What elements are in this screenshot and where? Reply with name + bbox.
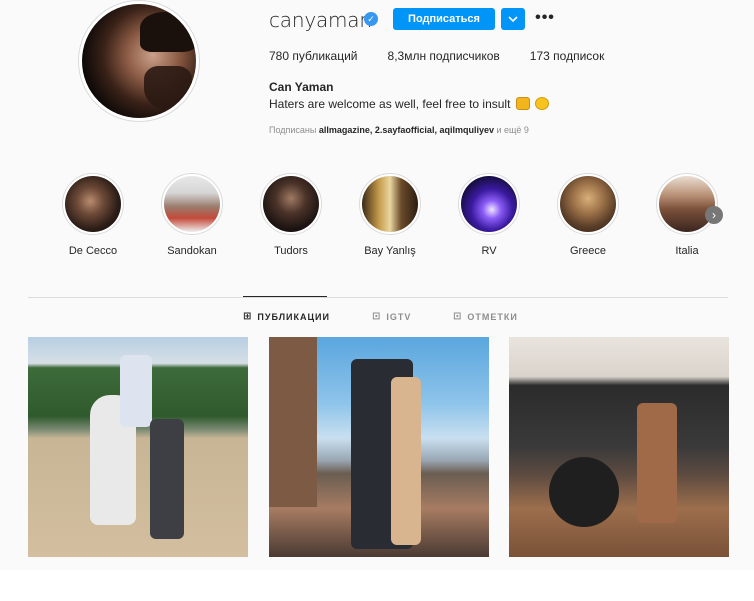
- tab-igtv[interactable]: ⊡ IGTV: [372, 311, 411, 322]
- highlight-image: [362, 176, 418, 232]
- username: canyaman: [269, 8, 372, 32]
- tabs-divider: [28, 297, 728, 298]
- highlight-item[interactable]: Greece: [548, 173, 628, 257]
- highlight-label: Italia: [675, 245, 699, 257]
- tab-tagged[interactable]: ⊡ ОТМЕТКИ: [453, 311, 518, 322]
- post-thumbnail[interactable]: [269, 337, 489, 557]
- highlight-cover: [359, 173, 421, 235]
- highlight-image: [659, 176, 715, 232]
- post-thumbnail[interactable]: [509, 337, 729, 557]
- tab-posts-label: ПУБЛИКАЦИИ: [257, 311, 330, 322]
- highlight-item[interactable]: Tudors: [251, 173, 331, 257]
- follow-button[interactable]: Подписаться: [393, 8, 495, 30]
- following-count-value: 173: [529, 49, 550, 63]
- highlight-image: [560, 176, 616, 232]
- rider-shape: [120, 355, 152, 427]
- tab-igtv-label: IGTV: [386, 311, 412, 322]
- chevron-down-icon: [508, 16, 518, 22]
- tagged-icon: ⊡: [453, 311, 463, 322]
- highlight-image: [263, 176, 319, 232]
- active-tab-indicator: [243, 296, 327, 297]
- highlight-cover: [458, 173, 520, 235]
- avatar-image: [82, 4, 196, 118]
- followed-by-prefix: Подписаны: [269, 125, 317, 135]
- highlight-cover: [656, 173, 718, 235]
- posts-count-label: публикаций: [292, 49, 358, 63]
- posts-count-value: 780: [269, 49, 290, 63]
- followed-by-suffix: и ещё 9: [496, 125, 529, 135]
- bio-text: Haters are welcome as well, feel free to…: [269, 97, 511, 111]
- highlight-label: Sandokan: [167, 245, 217, 257]
- followers-count[interactable]: 8,3млн подписчиков: [388, 49, 500, 63]
- highlight-label: Greece: [569, 245, 607, 257]
- person-shape: [150, 419, 184, 539]
- grid-icon: ⊞: [243, 311, 253, 322]
- highlight-item[interactable]: De Cecco: [53, 173, 133, 257]
- highlight-label: De Cecco: [68, 245, 118, 257]
- tab-posts[interactable]: ⊞ ПУБЛИКАЦИИ: [243, 311, 330, 322]
- smile-emoji-icon: [535, 97, 550, 110]
- more-options-icon[interactable]: •••: [535, 8, 554, 28]
- following-count-label: подписок: [553, 49, 605, 63]
- highlight-item[interactable]: RV: [449, 173, 529, 257]
- full-name: Can Yaman: [269, 80, 334, 94]
- highlight-label: RV: [481, 245, 497, 257]
- highlight-item[interactable]: Bay Yanlış: [350, 173, 430, 257]
- profile-avatar[interactable]: [78, 0, 200, 122]
- highlight-image: [461, 176, 517, 232]
- bottom-strip: [0, 570, 754, 601]
- highlight-cover: [557, 173, 619, 235]
- person-shape: [637, 403, 677, 523]
- followers-count-label: подписчиков: [429, 49, 500, 63]
- following-count[interactable]: 173 подписок: [530, 49, 605, 63]
- highlights-next-button[interactable]: ›: [705, 206, 723, 224]
- highlight-label: Bay Yanlış: [364, 245, 416, 257]
- highlight-cover: [260, 173, 322, 235]
- suggested-dropdown-button[interactable]: [501, 8, 525, 30]
- chevron-right-icon: ›: [712, 208, 716, 222]
- posts-count: 780 публикаций: [269, 49, 358, 63]
- highlight-image: [164, 176, 220, 232]
- curtain-shape: [269, 337, 317, 507]
- post-thumbnail[interactable]: [28, 337, 248, 557]
- highlight-image: [65, 176, 121, 232]
- profile-stats: 780 публикаций 8,3млн подписчиков 173 по…: [269, 49, 634, 63]
- followed-by[interactable]: Подписаны allmagazine, 2.sayfaofficial, …: [269, 125, 529, 135]
- followed-by-users[interactable]: allmagazine, 2.sayfaofficial, aqilmquliy…: [319, 125, 494, 135]
- person-shape: [391, 377, 421, 545]
- highlight-item[interactable]: Sandokan: [152, 173, 232, 257]
- equipment-shape: [549, 457, 619, 527]
- tab-tagged-label: ОТМЕТКИ: [467, 311, 518, 322]
- crown-emoji-icon: [515, 97, 530, 110]
- igtv-icon: ⊡: [372, 311, 382, 322]
- highlight-label: Tudors: [274, 245, 308, 257]
- highlight-cover: [62, 173, 124, 235]
- followers-count-value: 8,3млн: [387, 49, 427, 63]
- highlight-cover: [161, 173, 223, 235]
- bio: Haters are welcome as well, feel free to…: [269, 97, 550, 111]
- verified-badge-icon: ✓: [364, 12, 378, 26]
